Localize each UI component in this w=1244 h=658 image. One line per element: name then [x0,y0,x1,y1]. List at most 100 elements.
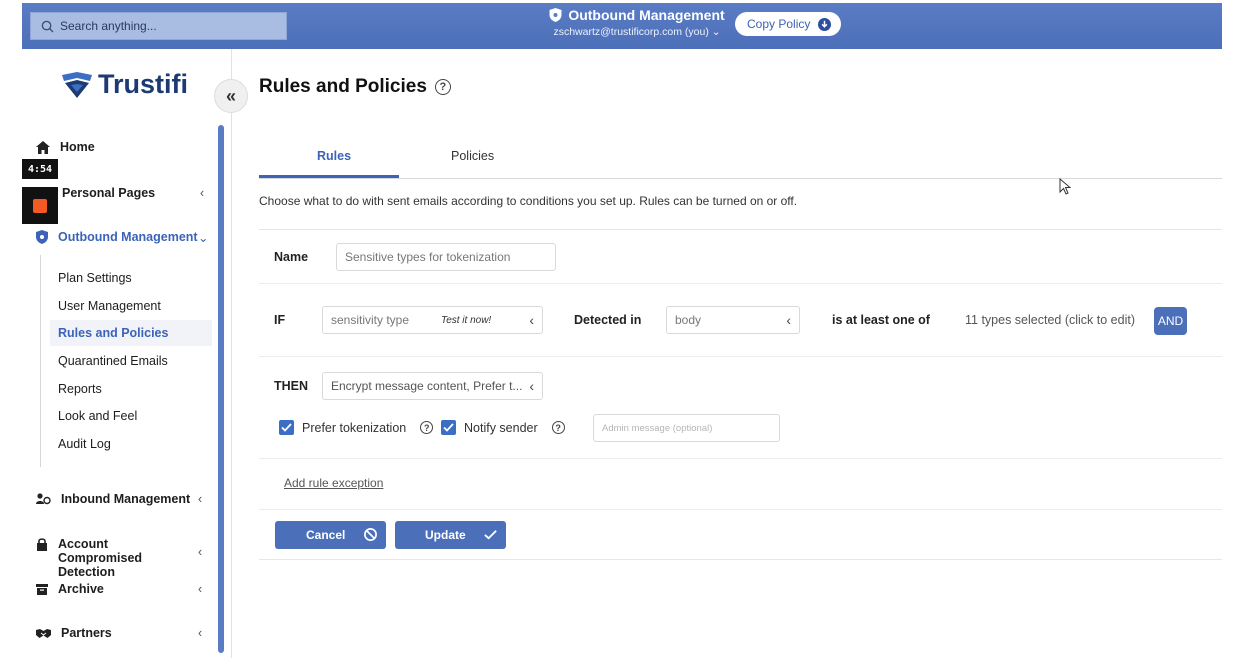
divider [259,509,1222,510]
logo-text: Trustifi [98,69,189,99]
stop-recording-button[interactable] [22,187,58,224]
divider [259,283,1222,284]
rule-name-input[interactable]: Sensitive types for tokenization [336,243,556,271]
users-icon [36,493,51,505]
scrollbar[interactable] [218,125,224,653]
update-label: Update [425,528,466,542]
sidebar-subitem-reports[interactable]: Reports [58,382,102,396]
tab-policies[interactable]: Policies [451,149,494,163]
stop-icon [33,198,47,213]
chevron-left-icon: ‹ [786,312,791,328]
divider [259,356,1222,357]
prefer-tokenization-checkbox[interactable]: Prefer tokenization ? [279,420,434,435]
prefer-tokenization-label: Prefer tokenization [302,420,407,435]
archive-icon [36,583,48,595]
sidebar: Trustifi Home Personal Pages ‹ Outbound … [22,49,232,658]
page-title: Rules and Policies ? [259,76,451,98]
recording-timer: 4:54 [22,159,58,179]
sidebar-subitem-look-and-feel[interactable]: Look and Feel [58,409,137,423]
help-icon[interactable]: ? [551,421,565,434]
help-icon[interactable]: ? [420,421,434,434]
submenu-line [40,255,41,467]
sidebar-subitem-audit-log[interactable]: Audit Log [58,437,111,451]
detected-in-select[interactable]: body ‹ [666,306,800,334]
sidebar-item-home[interactable]: Home [36,140,95,154]
copy-policy-button[interactable]: Copy Policy [735,12,842,36]
handshake-icon [36,628,51,638]
mouse-cursor-icon [1059,178,1071,195]
chevron-left-icon: ‹ [198,492,203,506]
trustifi-logo-icon [62,71,92,98]
search-placeholder: Search anything... [60,19,157,33]
action-value: Encrypt message content, Prefer t... [331,379,523,393]
test-it-now-link[interactable]: Test it now! [441,315,491,326]
sidebar-item-label: Inbound Management [61,492,191,506]
sidebar-item-archive[interactable]: Archive ‹ [36,582,202,596]
sidebar-item-inbound-management[interactable]: Inbound Management ‹ [36,492,202,506]
rule-name-value: Sensitive types for tokenization [345,250,511,264]
search-input[interactable]: Search anything... [30,12,287,40]
sidebar-subitem-user-management[interactable]: User Management [58,299,161,313]
sidebar-item-outbound-management[interactable]: Outbound Management ⌄ [36,230,236,245]
operator-label: is at least one of [832,313,930,327]
sidebar-subitem-rules-and-policies[interactable]: Rules and Policies [50,320,212,346]
rule-editor: Name Sensitive types for tokenization IF… [259,229,1222,560]
notify-sender-checkbox[interactable]: Notify sender ? [441,420,565,435]
chevron-down-icon: ⌄ [198,230,209,245]
tab-rules[interactable]: Rules [317,149,351,163]
shield-icon [549,8,562,22]
and-button[interactable]: AND [1154,307,1187,335]
condition-select[interactable]: sensitivity type Test it now! ‹ [322,306,543,334]
admin-message-input[interactable]: Admin message (optional) [593,414,780,442]
sidebar-item-account-compromised[interactable]: Account Compromised Detection ‹ [36,537,202,579]
cancel-icon [364,528,377,541]
tab-bar: Rules Policies [259,140,1222,179]
then-label: THEN [274,379,309,393]
admin-message-placeholder: Admin message (optional) [602,422,713,434]
copy-policy-label: Copy Policy [747,17,811,31]
help-icon[interactable]: ? [434,79,451,95]
cancel-button[interactable]: Cancel [275,521,386,549]
condition-value: sensitivity type [331,313,410,327]
chevron-left-icon: ‹ [529,378,534,394]
account-switcher[interactable]: Outbound Management zschwartz@trustifico… [537,7,737,38]
logo: Trustifi [62,69,188,100]
section-title: Outbound Management [568,7,725,23]
checkbox-checked-icon [441,420,456,435]
checkbox-checked-icon [279,420,294,435]
rules-description: Choose what to do with sent emails accor… [259,194,798,208]
add-rule-exception-link[interactable]: Add rule exception [284,476,383,490]
sidebar-item-label: Account Compromised Detection [58,537,143,579]
if-label: IF [274,313,286,327]
sidebar-subitem-quarantined-emails[interactable]: Quarantined Emails [58,354,168,368]
home-icon [36,140,50,154]
collapse-sidebar-button[interactable]: « [214,79,248,113]
sidebar-item-personal-pages[interactable]: Personal Pages ‹ [62,186,232,200]
page-title-text: Rules and Policies [259,76,427,97]
download-icon [818,17,832,31]
chevron-left-icon: ‹ [200,186,205,200]
sidebar-item-partners[interactable]: Partners ‹ [36,626,202,640]
active-tab-indicator [259,175,399,178]
types-selected-link[interactable]: 11 types selected (click to edit) [965,313,1135,327]
action-select[interactable]: Encrypt message content, Prefer t... ‹ [322,372,543,400]
sidebar-item-label: Archive [58,582,104,596]
chevron-left-icon: ‹ [198,626,203,640]
top-bar: Search anything... Outbound Management z… [22,3,1222,49]
lock-icon [37,538,47,551]
search-icon [41,20,54,33]
name-label: Name [274,250,309,264]
chevron-left-icon: ‹ [198,582,203,596]
check-icon [484,530,497,540]
update-button[interactable]: Update [395,521,506,549]
current-user[interactable]: zschwartz@trustificorp.com (you) ⌄ [537,26,737,38]
detected-in-value: body [675,313,702,327]
sidebar-item-label: Home [60,140,95,154]
cancel-label: Cancel [306,528,346,542]
sidebar-item-label: Personal Pages [62,186,156,200]
double-chevron-left-icon: « [225,85,236,106]
sidebar-subitem-plan-settings[interactable]: Plan Settings [58,271,132,285]
divider [259,458,1222,459]
sidebar-item-label: Partners [61,626,112,640]
chevron-left-icon: ‹ [529,312,534,328]
